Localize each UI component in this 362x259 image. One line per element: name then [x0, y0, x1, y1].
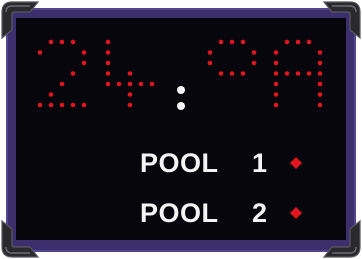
- led-dot: [37, 102, 43, 108]
- led-dot: [105, 60, 111, 66]
- led-dot: [59, 81, 65, 87]
- led-dot: [251, 50, 257, 55]
- pool-row-2: POOL 2: [0, 196, 362, 230]
- led-dot: [127, 81, 133, 87]
- pool-number: 1: [252, 148, 268, 178]
- led-dot: [317, 60, 323, 66]
- led-dot: [105, 71, 111, 76]
- led-dot: [149, 81, 155, 87]
- led-dot: [48, 39, 54, 45]
- pool-1-indicator-led-icon: [290, 157, 302, 169]
- led-dot: [127, 71, 133, 76]
- led-dot: [273, 81, 279, 87]
- led-dot: [207, 50, 213, 55]
- led-dot: [48, 92, 54, 97]
- pool-label: POOL: [140, 148, 219, 178]
- led-dot: [116, 81, 122, 87]
- led-dot: [218, 71, 224, 76]
- led-dot: [138, 81, 144, 87]
- led-dot: [59, 39, 65, 45]
- led-dot: [240, 71, 246, 76]
- led-dot: [70, 102, 76, 108]
- led-dot: [105, 81, 111, 87]
- led-dot: [81, 50, 87, 55]
- led-dot: [317, 92, 323, 97]
- led-dot: [273, 71, 279, 76]
- led-dot: [59, 102, 65, 108]
- led-dot: [207, 60, 213, 66]
- led-dot: [273, 102, 279, 108]
- led-dot: [127, 102, 133, 108]
- led-dot: [218, 39, 224, 45]
- led-dot: [273, 50, 279, 55]
- led-dot: [48, 102, 54, 108]
- pool-number: 2: [252, 198, 268, 228]
- led-dot: [295, 39, 301, 45]
- led-dot: [273, 92, 279, 97]
- led-dot: [251, 60, 257, 66]
- led-dot: [240, 39, 246, 45]
- led-dot: [306, 71, 312, 76]
- led-dot: [81, 102, 87, 108]
- scoreboard-display: POOL 1 POOL 2: [0, 0, 362, 259]
- led-dot: [317, 81, 323, 87]
- led-dot: [284, 71, 290, 76]
- led-dot: [229, 39, 235, 45]
- led-dot: [229, 71, 235, 76]
- pool-row-1: POOL 1: [0, 146, 362, 180]
- led-dot: [127, 92, 133, 97]
- led-dot: [105, 50, 111, 55]
- led-dot: [105, 39, 111, 45]
- colon-separator-dot: [177, 86, 185, 94]
- pool-label: POOL: [140, 198, 219, 228]
- led-dot: [37, 50, 43, 55]
- led-dot: [317, 71, 323, 76]
- led-dot: [306, 39, 312, 45]
- led-dot: [284, 39, 290, 45]
- led-dot: [317, 50, 323, 55]
- led-dot: [295, 71, 301, 76]
- led-clock-readout: [37, 39, 323, 110]
- led-dot: [70, 71, 76, 76]
- led-dot: [317, 102, 323, 108]
- pool-2-indicator-led-icon: [290, 207, 302, 219]
- led-dot: [70, 39, 76, 45]
- led-dot: [273, 60, 279, 66]
- led-dot: [81, 60, 87, 66]
- colon-separator-dot: [177, 102, 185, 110]
